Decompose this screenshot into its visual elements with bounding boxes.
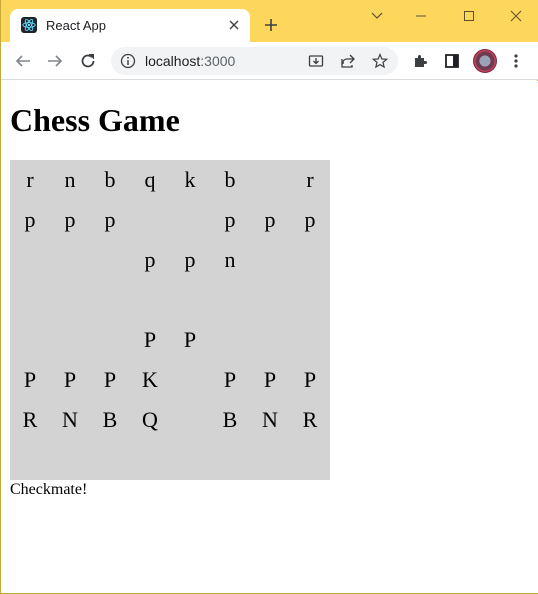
board-square[interactable]: p xyxy=(210,200,250,240)
extensions-puzzle-icon[interactable] xyxy=(409,50,431,72)
board-square[interactable] xyxy=(290,320,330,360)
board-square[interactable] xyxy=(250,240,290,280)
board-square[interactable]: N xyxy=(250,400,290,440)
board-square[interactable] xyxy=(170,440,210,480)
board-square[interactable] xyxy=(210,320,250,360)
board-square[interactable]: P xyxy=(10,360,50,400)
board-square[interactable] xyxy=(130,200,170,240)
back-arrow-icon[interactable] xyxy=(12,50,34,72)
bookmark-star-icon[interactable] xyxy=(371,52,389,70)
side-panel-icon[interactable] xyxy=(441,50,463,72)
new-tab-icon[interactable] xyxy=(260,14,282,36)
board-square[interactable] xyxy=(170,360,210,400)
board-square[interactable]: R xyxy=(290,400,330,440)
tab-search-chevron-icon[interactable] xyxy=(367,6,387,26)
board-square[interactable] xyxy=(10,440,50,480)
page-content: Chess Game rnbqkbrppppppppnPPPPPKPPPRNBQ… xyxy=(2,81,538,593)
browser-window: React App localhost:3000 Chess Game r n … xyxy=(0,0,538,594)
board-square[interactable] xyxy=(90,440,130,480)
board-square[interactable] xyxy=(170,200,210,240)
board-square[interactable]: B xyxy=(210,400,250,440)
forward-arrow-icon[interactable] xyxy=(44,50,66,72)
board-square[interactable] xyxy=(210,440,250,480)
board-square[interactable]: P xyxy=(90,360,130,400)
board-square[interactable] xyxy=(10,280,50,320)
board-square[interactable] xyxy=(50,280,90,320)
board-square[interactable] xyxy=(250,320,290,360)
address-bar[interactable]: localhost:3000 xyxy=(111,47,398,75)
board-square[interactable]: B xyxy=(90,400,130,440)
board-square[interactable]: r xyxy=(290,160,330,200)
page-title: Chess Game xyxy=(10,102,180,138)
board-square[interactable] xyxy=(50,240,90,280)
board-square[interactable] xyxy=(250,160,290,200)
tab-strip: React App xyxy=(1,0,538,42)
board-square[interactable] xyxy=(10,240,50,280)
board-square[interactable] xyxy=(290,280,330,320)
board-square[interactable]: p xyxy=(250,200,290,240)
board-square[interactable]: p xyxy=(290,200,330,240)
board-square[interactable]: b xyxy=(90,160,130,200)
board-square[interactable]: k xyxy=(170,160,210,200)
board-square[interactable]: K xyxy=(130,360,170,400)
board-square[interactable]: p xyxy=(90,200,130,240)
board-square[interactable]: P xyxy=(50,360,90,400)
board-square[interactable] xyxy=(250,280,290,320)
board-square[interactable]: b xyxy=(210,160,250,200)
board-square[interactable] xyxy=(90,280,130,320)
more-menu-icon[interactable] xyxy=(505,50,527,72)
profile-avatar[interactable] xyxy=(473,49,497,73)
board-square[interactable]: Q xyxy=(130,400,170,440)
board-square[interactable] xyxy=(130,440,170,480)
board-square[interactable] xyxy=(290,440,330,480)
board-square[interactable] xyxy=(50,440,90,480)
board-square[interactable] xyxy=(290,240,330,280)
minimize-icon[interactable] xyxy=(411,6,431,26)
maximize-icon[interactable] xyxy=(459,6,479,26)
board-square[interactable] xyxy=(90,240,130,280)
close-tab-icon[interactable] xyxy=(226,17,242,33)
board-square[interactable]: P xyxy=(250,360,290,400)
install-app-icon[interactable] xyxy=(307,52,325,70)
board-square[interactable] xyxy=(130,280,170,320)
reload-icon[interactable] xyxy=(77,50,99,72)
board-square[interactable]: P xyxy=(130,320,170,360)
board-square[interactable]: P xyxy=(170,320,210,360)
board-square[interactable]: P xyxy=(210,360,250,400)
share-icon[interactable] xyxy=(339,52,357,70)
browser-toolbar: localhost:3000 xyxy=(1,42,538,80)
board-square[interactable]: N xyxy=(50,400,90,440)
tab-title: React App xyxy=(46,18,106,33)
board-square[interactable]: p xyxy=(50,200,90,240)
board-square[interactable]: r xyxy=(10,160,50,200)
react-logo-icon xyxy=(21,17,37,33)
board-square[interactable]: R xyxy=(10,400,50,440)
board-square[interactable]: n xyxy=(50,160,90,200)
chess-board: rnbqkbrppppppppnPPPPPKPPPRNBQBNR xyxy=(10,160,330,480)
board-square[interactable]: p xyxy=(130,240,170,280)
board-square[interactable] xyxy=(90,320,130,360)
url-host: localhost xyxy=(145,53,201,69)
board-square[interactable] xyxy=(250,440,290,480)
board-square[interactable] xyxy=(170,280,210,320)
board-square[interactable] xyxy=(10,320,50,360)
game-status: Checkmate! xyxy=(10,481,88,498)
board-square[interactable]: q xyxy=(130,160,170,200)
url-text[interactable]: localhost:3000 xyxy=(145,53,235,69)
site-info-icon[interactable] xyxy=(120,53,136,69)
url-port: :3000 xyxy=(200,53,236,69)
board-square[interactable]: n xyxy=(210,240,250,280)
board-square[interactable] xyxy=(210,280,250,320)
board-square[interactable]: p xyxy=(170,240,210,280)
tab-react-app[interactable]: React App xyxy=(10,9,250,42)
board-square[interactable]: p xyxy=(10,200,50,240)
board-square[interactable] xyxy=(50,320,90,360)
board-square[interactable]: P xyxy=(290,360,330,400)
board-square[interactable] xyxy=(170,400,210,440)
close-window-icon[interactable] xyxy=(506,6,526,26)
